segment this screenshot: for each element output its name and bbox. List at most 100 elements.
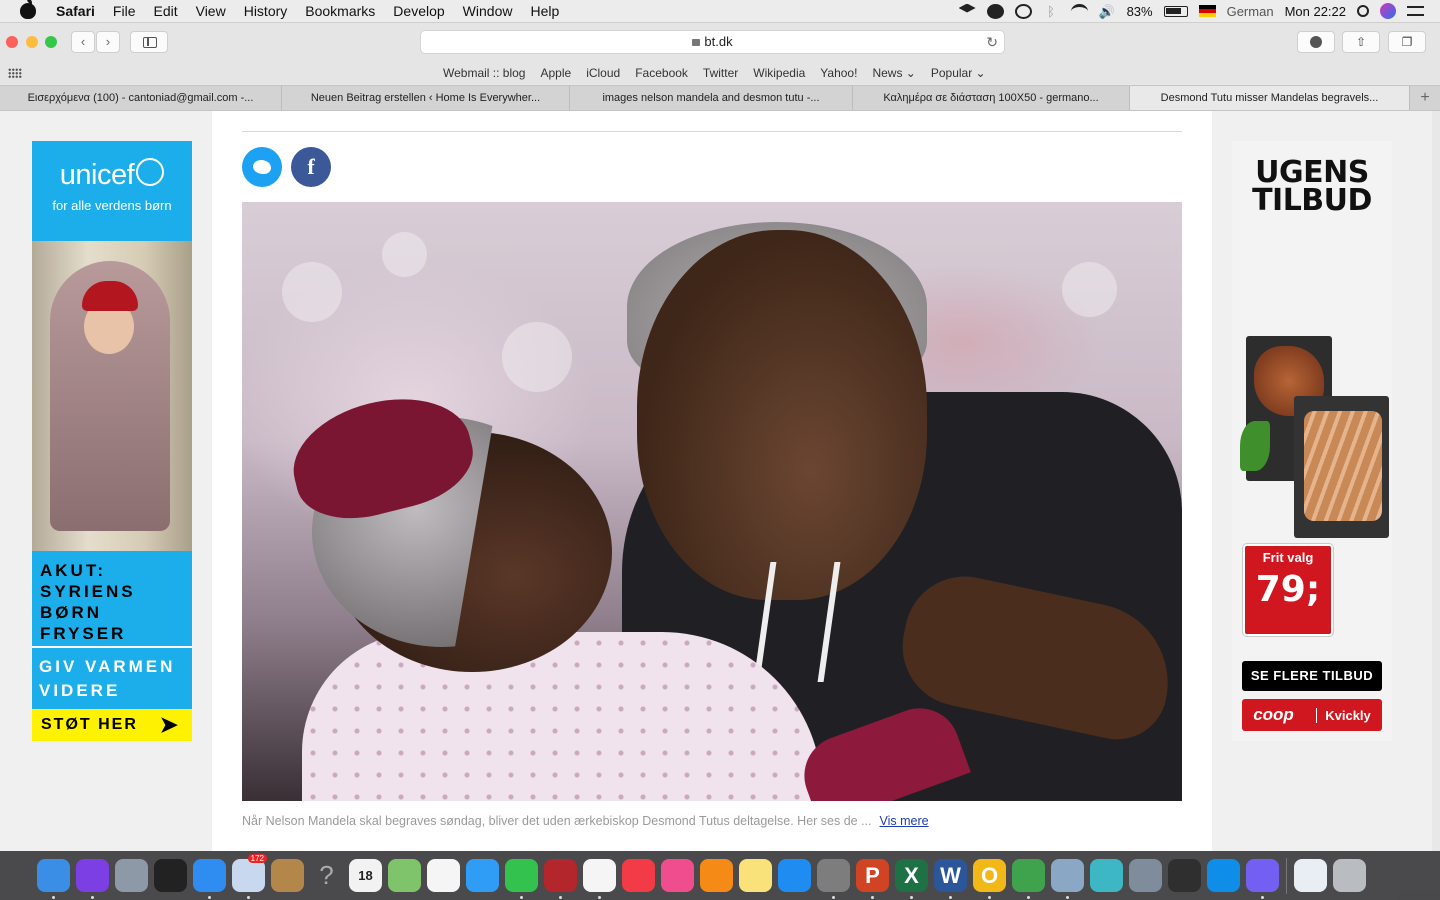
contacts-dock-item[interactable]	[268, 856, 307, 895]
network-globe-dock-item[interactable]	[1009, 856, 1048, 899]
show-more-link[interactable]: Vis mere	[880, 814, 929, 828]
menu-edit[interactable]: Edit	[144, 3, 186, 19]
viber-dock-item[interactable]	[1243, 856, 1282, 899]
mail-stamp-dock-item[interactable]: 172	[229, 854, 268, 899]
excel-dock-item[interactable]: X	[892, 856, 931, 899]
german-flag-icon[interactable]	[1198, 5, 1216, 17]
volume-icon[interactable]: 🔊	[1099, 4, 1116, 19]
app-store-icon	[778, 859, 811, 892]
safari-dock-item[interactable]	[190, 856, 229, 899]
forward-button[interactable]: ›	[96, 31, 120, 53]
fullscreen-window-button[interactable]	[45, 36, 57, 48]
photo-booth-dock-item[interactable]	[541, 856, 580, 899]
trash-dock-item[interactable]	[1330, 856, 1369, 895]
downloads-button[interactable]	[1297, 31, 1335, 53]
mail-stamp-icon	[232, 859, 265, 892]
siri-dock-item[interactable]	[73, 856, 112, 899]
article-photo[interactable]	[242, 202, 1182, 801]
bookmark-webmail[interactable]: Webmail :: blog	[443, 66, 525, 80]
teamviewer-dock-item[interactable]	[1204, 856, 1243, 895]
outlook-dock-item[interactable]: O	[970, 856, 1009, 899]
bookmark-icloud[interactable]: iCloud	[586, 66, 620, 80]
facebook-share-button[interactable]: f	[291, 147, 331, 187]
news-dock-item[interactable]	[619, 856, 658, 895]
bluetooth-icon[interactable]: ᛒ	[1043, 4, 1060, 19]
family-sharing-dock-item[interactable]	[1087, 856, 1126, 895]
sidebar-toggle-button[interactable]	[130, 31, 168, 53]
tab-image-search[interactable]: images nelson mandela and desmon tutu -.…	[570, 86, 853, 110]
spotlight-search-icon[interactable]	[1357, 5, 1369, 17]
launchpad-dock-item[interactable]	[112, 856, 151, 895]
dropbox-icon[interactable]	[958, 3, 976, 13]
menu-file[interactable]: File	[104, 3, 145, 19]
app-store-dock-item[interactable]	[775, 856, 814, 895]
address-bar[interactable]: bt.dk ↻	[420, 30, 1005, 54]
facetime-dock-item[interactable]	[502, 856, 541, 899]
show-all-tabs-button[interactable]: ❐	[1388, 31, 1426, 53]
menu-history[interactable]: History	[235, 3, 297, 19]
new-tab-button[interactable]: +	[1410, 86, 1440, 110]
reload-icon[interactable]: ↻	[986, 31, 998, 53]
bookmark-yahoo[interactable]: Yahoo!	[820, 66, 857, 80]
tab-bt-article[interactable]: Desmond Tutu misser Mandelas begravels..…	[1130, 86, 1410, 110]
bookmark-apple[interactable]: Apple	[540, 66, 571, 80]
powerpoint-dock-item[interactable]: P	[853, 856, 892, 899]
notification-center-icon[interactable]	[1407, 6, 1424, 16]
skype-icon[interactable]	[986, 3, 1004, 19]
top-sites-grid-icon[interactable]	[8, 68, 22, 78]
clock[interactable]: Mon 22:22	[1285, 4, 1346, 19]
close-window-button[interactable]	[6, 36, 18, 48]
preview-dock-item[interactable]	[1048, 856, 1087, 899]
apple-menu-icon[interactable]	[20, 0, 36, 19]
notes-dock-item[interactable]	[736, 856, 775, 895]
calendar-dock-item[interactable]: 18	[346, 856, 385, 895]
tab-greeting-images[interactable]: Καλημέρα σε διάσταση 100X50 - germano...	[853, 86, 1130, 110]
books-dock-item[interactable]	[697, 856, 736, 895]
word-dock-item[interactable]: W	[931, 856, 970, 899]
bookmark-twitter[interactable]: Twitter	[703, 66, 738, 80]
viber-icon	[1246, 859, 1279, 892]
minimize-window-button[interactable]	[26, 36, 38, 48]
menu-help[interactable]: Help	[521, 3, 568, 19]
running-indicator	[832, 896, 835, 899]
messages-dock-item[interactable]	[463, 856, 502, 895]
menu-window[interactable]: Window	[454, 3, 522, 19]
image-capture-dock-item[interactable]	[1126, 856, 1165, 895]
input-language[interactable]: German	[1227, 4, 1274, 19]
tab-new-post[interactable]: Neuen Beitrag erstellen ‹ Home Is Everyw…	[282, 86, 570, 110]
menu-develop[interactable]: Develop	[384, 3, 453, 19]
word-document-dock-item[interactable]	[1291, 856, 1330, 895]
siri-menu-icon[interactable]	[1380, 3, 1396, 19]
photos-dock-item[interactable]	[580, 856, 619, 899]
itunes-dock-item[interactable]	[658, 856, 697, 895]
reminders-dock-item[interactable]	[424, 856, 463, 895]
bookmark-news-folder[interactable]: News ⌄	[872, 66, 915, 80]
share-button[interactable]: ⇧	[1342, 31, 1380, 53]
wifi-icon[interactable]	[1070, 3, 1088, 19]
menu-view[interactable]: View	[187, 3, 235, 19]
tab-gmail-inbox[interactable]: Εισερχόμενα (100) - cantoniad@gmail.com …	[0, 86, 282, 110]
finder-dock-item[interactable]	[34, 856, 73, 899]
maps-dock-item[interactable]	[385, 856, 424, 895]
menu-app-name[interactable]: Safari	[48, 3, 104, 19]
unicef-donate-button[interactable]: STØT HER ➤	[32, 709, 192, 741]
coop-ad[interactable]: UGENS TILBUD Frit valg 79; SE FLERE TILB…	[1232, 141, 1392, 741]
bookmark-facebook[interactable]: Facebook	[635, 66, 688, 80]
page-scrollbar[interactable]	[1432, 111, 1440, 851]
bookmark-wikipedia[interactable]: Wikipedia	[753, 66, 805, 80]
photos-icon	[583, 859, 616, 892]
system-preferences-icon	[817, 859, 850, 892]
battery-icon[interactable]	[1163, 5, 1188, 17]
menu-bookmarks[interactable]: Bookmarks	[296, 3, 384, 19]
bookmark-popular-folder[interactable]: Popular ⌄	[931, 66, 986, 80]
help-dock-item[interactable]: ?	[307, 856, 346, 895]
twitter-share-button[interactable]	[242, 147, 282, 187]
see-more-offers-button[interactable]: SE FLERE TILBUD	[1242, 661, 1382, 691]
back-button[interactable]: ‹	[71, 31, 95, 53]
unicef-ad[interactable]: unicef for alle verdens børn AKUT: SYRIE…	[32, 141, 192, 741]
system-preferences-dock-item[interactable]	[814, 856, 853, 899]
time-machine-icon[interactable]	[1014, 3, 1032, 19]
activity-monitor-dock-item[interactable]	[151, 856, 190, 895]
dock-apps: 172? 18 P X W O	[34, 854, 1369, 899]
screen-sharing-dock-item[interactable]	[1165, 856, 1204, 895]
